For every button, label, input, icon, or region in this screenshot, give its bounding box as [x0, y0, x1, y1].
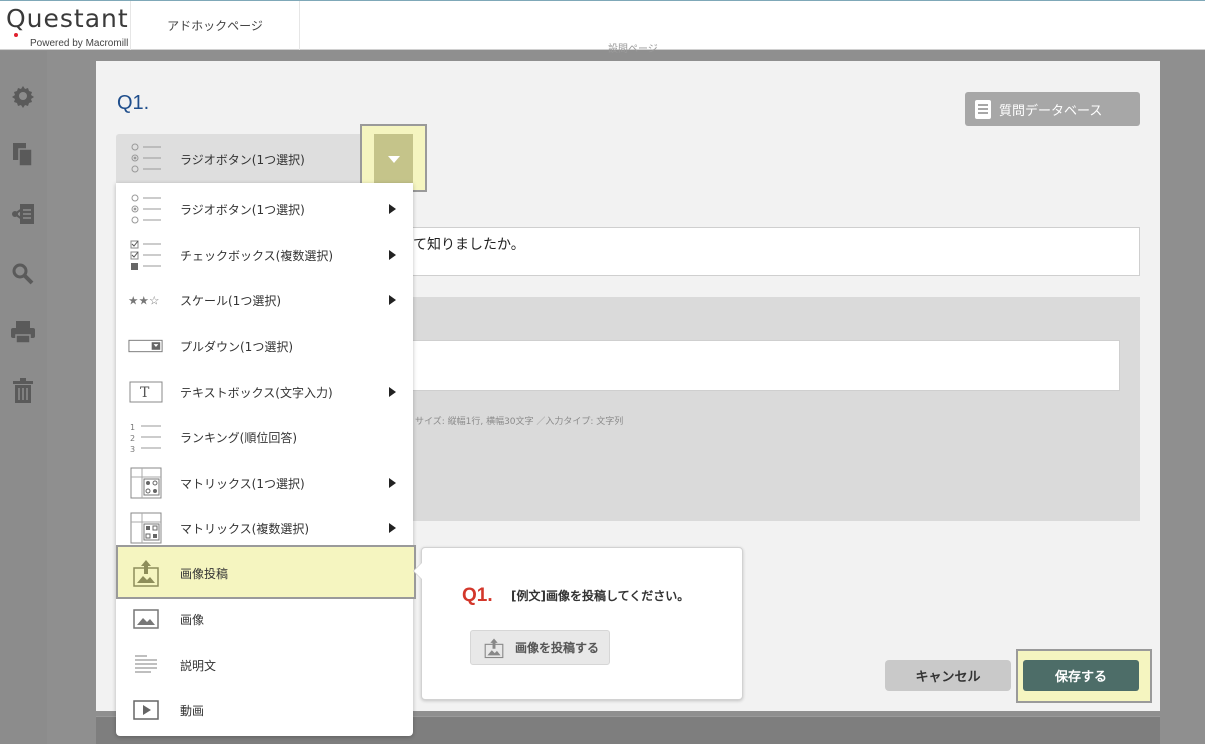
- image-upload-icon: [128, 556, 164, 590]
- menu-item-label: 説明文: [180, 658, 217, 673]
- page-tab[interactable]: アドホックページ: [130, 1, 300, 50]
- svg-text:T: T: [140, 385, 150, 401]
- menu-item-label: チェックボックス(複数選択): [180, 248, 334, 263]
- menu-item-label: テキストボックス(文字入力): [180, 385, 333, 400]
- menu-item-label: プルダウン(1つ選択): [180, 339, 293, 354]
- trash-icon[interactable]: [10, 378, 36, 404]
- logo-dot: [14, 33, 18, 37]
- submenu-arrow-icon: [389, 523, 396, 533]
- answer-settings-area: [412, 297, 1140, 521]
- matrix-radio-icon: [128, 466, 164, 500]
- menu-item-label: ラジオボタン(1つ選択): [180, 202, 305, 217]
- preview-question-text: [例文]画像を投稿してください。: [511, 589, 690, 603]
- menu-item-matrix-single[interactable]: マトリックス(1つ選択): [116, 460, 413, 506]
- print-icon[interactable]: [10, 319, 36, 345]
- answer-hint-text: サイズ: 縦幅1行, 横幅30文字 ／入力タイプ: 文字列: [415, 417, 624, 427]
- menu-item-image[interactable]: 画像: [116, 596, 413, 642]
- description-text-icon: [128, 648, 164, 682]
- question-number: Q1.: [117, 92, 150, 114]
- stars-scale-icon: ★★☆: [128, 283, 164, 317]
- copy-icon[interactable]: [10, 142, 36, 168]
- menu-item-ranking[interactable]: 1 2 3 ランキング(順位回答): [116, 414, 413, 460]
- search-icon[interactable]: [10, 261, 36, 287]
- document-list-icon: [975, 99, 991, 119]
- top-bar: Questant Powered by Macromill アドホックページ: [0, 0, 1205, 50]
- preview-question-number: Q1.: [462, 585, 493, 606]
- menu-item-label: スケール(1つ選択): [180, 293, 281, 308]
- question-type-menu: ラジオボタン(1つ選択) チェックボックス(複数選択) ★★☆ スケール(1つ選…: [116, 183, 416, 736]
- preview-upload-button: 画像を投稿する: [470, 630, 610, 665]
- svg-text:1: 1: [130, 423, 135, 432]
- logo-subtitle: Powered by Macromill: [30, 38, 129, 49]
- menu-item-label: 画像投稿: [180, 566, 229, 581]
- question-type-selected: ラジオボタン(1つ選択): [180, 153, 305, 167]
- chevron-down-icon: [387, 155, 400, 163]
- menu-item-textbox[interactable]: T テキストボックス(文字入力): [116, 369, 413, 415]
- cancel-button[interactable]: キャンセル: [885, 660, 1011, 691]
- menu-item-label: 動画: [180, 703, 205, 718]
- preview-upload-label: 画像を投稿する: [515, 641, 600, 655]
- dropdown-arrow-button[interactable]: [374, 134, 413, 184]
- menu-item-matrix-multiple[interactable]: マトリックス(複数選択): [116, 505, 413, 551]
- radio-list-icon: [128, 192, 164, 226]
- svg-text:2: 2: [130, 434, 135, 443]
- image-upload-icon: [484, 637, 504, 658]
- image-upload-preview-tooltip: Q1. [例文]画像を投稿してください。 画像を投稿する: [413, 547, 743, 700]
- menu-item-radio[interactable]: ラジオボタン(1つ選択): [116, 186, 413, 232]
- gear-icon[interactable]: [10, 83, 36, 109]
- logo-text: Questant: [6, 4, 129, 33]
- submenu-arrow-icon: [389, 478, 396, 488]
- submenu-arrow-icon: [389, 204, 396, 214]
- sidebar: [0, 51, 47, 744]
- menu-item-label: マトリックス(複数選択): [180, 521, 310, 536]
- menu-item-scale[interactable]: ★★☆ スケール(1つ選択): [116, 277, 413, 323]
- video-icon: [128, 693, 164, 727]
- share-icon[interactable]: [10, 201, 36, 227]
- menu-item-pulldown[interactable]: プルダウン(1つ選択): [116, 323, 413, 369]
- ranking-icon: 1 2 3: [128, 420, 164, 454]
- radio-list-icon: [128, 141, 164, 175]
- menu-item-label: 画像: [180, 612, 205, 627]
- svg-text:3: 3: [130, 445, 135, 453]
- question-database-button[interactable]: 質問データベース: [965, 92, 1140, 126]
- question-text-input[interactable]: て知りましたか。: [412, 227, 1140, 276]
- image-icon: [128, 602, 164, 636]
- save-button[interactable]: 保存する: [1023, 660, 1139, 691]
- checkbox-list-icon: [128, 238, 164, 272]
- matrix-check-icon: [128, 511, 164, 545]
- menu-item-label: マトリックス(1つ選択): [180, 476, 305, 491]
- submenu-arrow-icon: [389, 387, 396, 397]
- submenu-arrow-icon: [389, 295, 396, 305]
- svg-text:★★☆: ★★☆: [128, 294, 159, 308]
- answer-textbox-preview[interactable]: [412, 340, 1120, 391]
- menu-item-checkbox[interactable]: チェックボックス(複数選択): [116, 232, 413, 278]
- menu-item-label: ランキング(順位回答): [180, 430, 298, 445]
- page-faint-title: 設問ページ: [608, 44, 658, 55]
- question-database-label: 質問データベース: [999, 103, 1103, 119]
- menu-item-video[interactable]: 動画: [116, 687, 413, 733]
- question-text-value: て知りましたか。: [413, 237, 525, 253]
- textbox-icon: T: [128, 375, 164, 409]
- menu-item-description[interactable]: 説明文: [116, 642, 413, 688]
- questant-logo[interactable]: Questant Powered by Macromill: [6, 4, 130, 50]
- menu-item-image-upload[interactable]: 画像投稿: [116, 550, 413, 596]
- pulldown-icon: [128, 329, 164, 363]
- submenu-arrow-icon: [389, 250, 396, 260]
